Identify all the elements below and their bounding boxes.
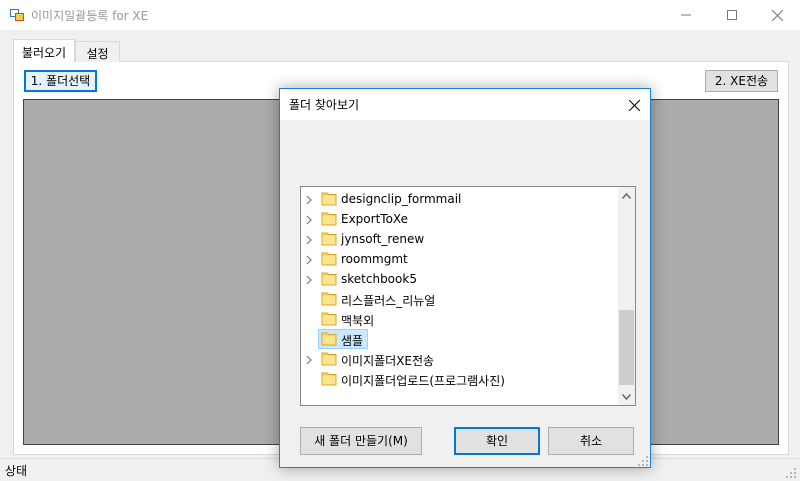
tree-item-label: 이미지폴더XE전송 bbox=[341, 354, 435, 368]
window-title: 이미지일괄등록 for XE bbox=[31, 9, 149, 23]
folder-icon bbox=[321, 271, 337, 286]
chevron-right-icon[interactable] bbox=[304, 214, 314, 225]
tree-scrollbar[interactable] bbox=[618, 187, 635, 405]
folder-icon bbox=[321, 331, 337, 346]
tab-settings[interactable]: 설정 bbox=[75, 41, 120, 62]
folder-icon bbox=[321, 231, 337, 246]
tree-item[interactable]: roommgmt bbox=[301, 249, 619, 269]
title-bar: 이미지일괄등록 for XE bbox=[0, 0, 800, 30]
maximize-button[interactable] bbox=[709, 0, 755, 30]
tree-item-label: 샘플 bbox=[341, 334, 364, 348]
tree-item-label: 리스플러스_리뉴얼 bbox=[341, 294, 436, 308]
close-button[interactable] bbox=[754, 0, 800, 30]
folder-tree[interactable]: designclip_formmail ExportToXe jynsoft_r… bbox=[300, 186, 636, 406]
folder-icon bbox=[321, 291, 337, 306]
tree-item[interactable]: jynsoft_renew bbox=[301, 229, 619, 249]
tree-item[interactable]: 리스플러스_리뉴얼 bbox=[301, 289, 619, 309]
folder-icon bbox=[321, 311, 337, 326]
tree-item[interactable]: ExportToXe bbox=[301, 209, 619, 229]
scroll-up-icon[interactable] bbox=[618, 187, 635, 204]
scroll-thumb[interactable] bbox=[619, 310, 634, 385]
tree-item-label: 이미지폴더업로드(프로그램사진) bbox=[341, 374, 505, 388]
tree-item-label: roommgmt bbox=[341, 252, 408, 266]
browse-folder-dialog: 폴더 찾아보기 designclip_formmail ExportToXe j… bbox=[279, 88, 651, 468]
tree-item[interactable]: 맥북외 bbox=[301, 309, 619, 329]
tree-item-label: jynsoft_renew bbox=[341, 232, 425, 246]
tree-item[interactable]: 이미지폴더XE전송 bbox=[301, 349, 619, 369]
tree-item-label: ExportToXe bbox=[341, 212, 408, 226]
folder-icon bbox=[321, 351, 337, 366]
xe-send-button[interactable]: 2. XE전송 bbox=[705, 70, 778, 92]
tree-item-label: 맥북외 bbox=[341, 314, 375, 328]
chevron-right-icon[interactable] bbox=[304, 354, 314, 365]
folder-tree-list: designclip_formmail ExportToXe jynsoft_r… bbox=[301, 189, 619, 389]
tree-item[interactable]: 이미지폴더업로드(프로그램사진) bbox=[301, 369, 619, 389]
folder-icon bbox=[321, 371, 337, 386]
dialog-resize-grip-icon[interactable] bbox=[638, 455, 648, 466]
tree-item-label: designclip_formmail bbox=[341, 192, 462, 206]
dialog-title: 폴더 찾아보기 bbox=[289, 98, 360, 112]
dialog-close-icon[interactable] bbox=[624, 95, 644, 115]
chevron-right-icon[interactable] bbox=[304, 234, 314, 245]
tab-load[interactable]: 불러오기 bbox=[13, 39, 75, 62]
tree-item[interactable]: sketchbook5 bbox=[301, 269, 619, 289]
scroll-down-icon[interactable] bbox=[618, 388, 635, 405]
tree-item[interactable]: designclip_formmail bbox=[301, 189, 619, 209]
new-folder-button[interactable]: 새 폴더 만들기(M) bbox=[300, 427, 422, 455]
resize-grip-icon[interactable] bbox=[786, 467, 796, 478]
cancel-button[interactable]: 취소 bbox=[548, 427, 634, 455]
select-folder-button[interactable]: 1. 폴더선택 bbox=[24, 70, 97, 92]
ok-button[interactable]: 확인 bbox=[454, 427, 540, 455]
app-icon bbox=[9, 7, 25, 23]
chevron-right-icon[interactable] bbox=[304, 254, 314, 265]
chevron-right-icon[interactable] bbox=[304, 274, 314, 285]
status-label: 상태 bbox=[5, 464, 28, 478]
minimize-button[interactable] bbox=[663, 0, 709, 30]
chevron-right-icon[interactable] bbox=[304, 194, 314, 205]
tree-item-label: sketchbook5 bbox=[341, 272, 417, 286]
folder-icon bbox=[321, 251, 337, 266]
tree-item[interactable]: 샘플 bbox=[301, 329, 619, 349]
dialog-title-bar: 폴더 찾아보기 bbox=[280, 89, 650, 120]
folder-icon bbox=[321, 191, 337, 206]
folder-icon bbox=[321, 211, 337, 226]
